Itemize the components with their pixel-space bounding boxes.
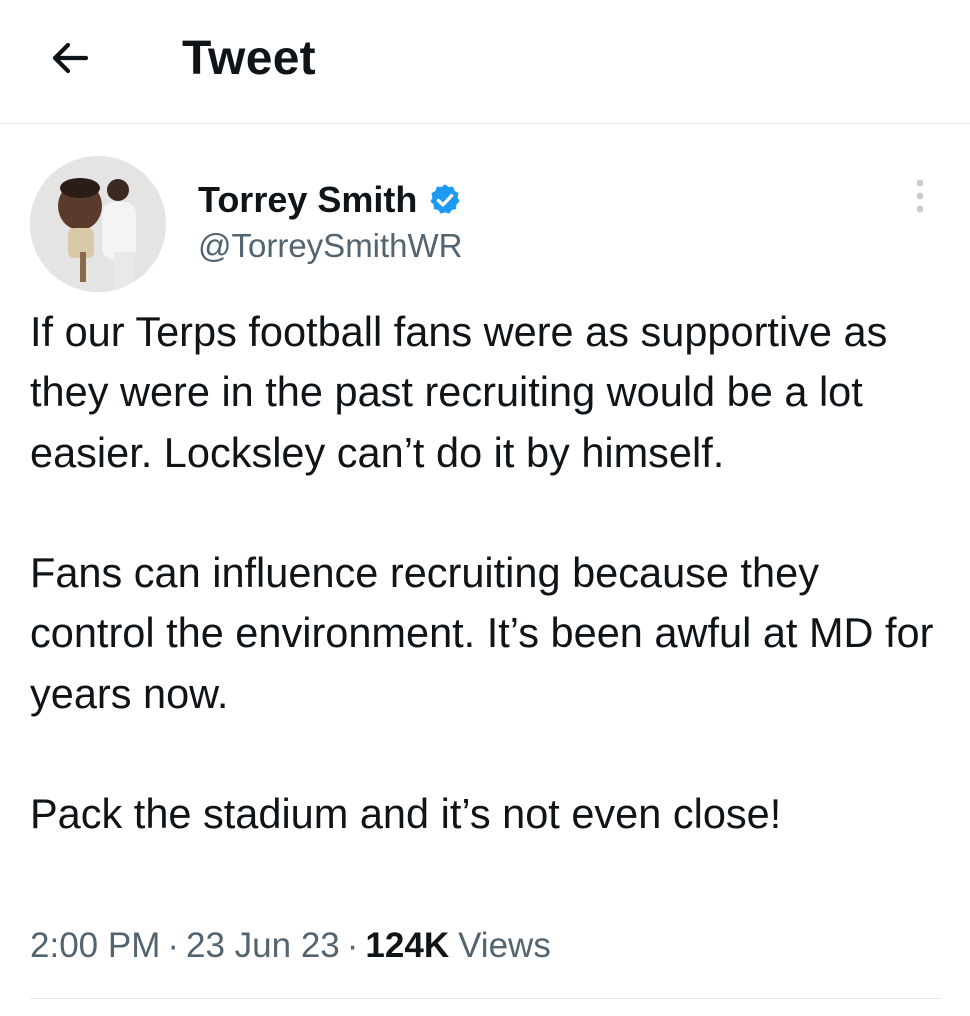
avatar[interactable] — [30, 156, 166, 292]
arrow-left-icon — [52, 42, 89, 74]
page-title: Tweet — [182, 32, 316, 85]
top-bar: Tweet — [0, 0, 970, 124]
meta-separator: · — [167, 926, 180, 965]
author-name-text: Torrey Smith — [198, 179, 418, 220]
tweet-text: If our Terps football fans were as suppo… — [30, 308, 934, 838]
more-vertical-icon — [916, 179, 924, 213]
views-label: Views — [458, 926, 551, 965]
verified-badge-icon — [430, 184, 460, 214]
back-button[interactable] — [38, 26, 102, 90]
views-count[interactable]: 124K — [365, 920, 449, 972]
author-handle[interactable]: @TorreySmithWR — [198, 226, 463, 266]
avatar-photo — [30, 156, 166, 292]
meta-separator: · — [346, 926, 359, 965]
tweet-date[interactable]: 23 Jun 23 — [186, 920, 340, 972]
divider — [30, 998, 940, 999]
tweet-meta: 2:00 PM · 23 Jun 23 · 124K Views — [30, 920, 551, 972]
more-options-button[interactable] — [896, 172, 944, 220]
author-name[interactable]: Torrey Smith — [198, 178, 463, 222]
tweet-time[interactable]: 2:00 PM — [30, 920, 160, 972]
